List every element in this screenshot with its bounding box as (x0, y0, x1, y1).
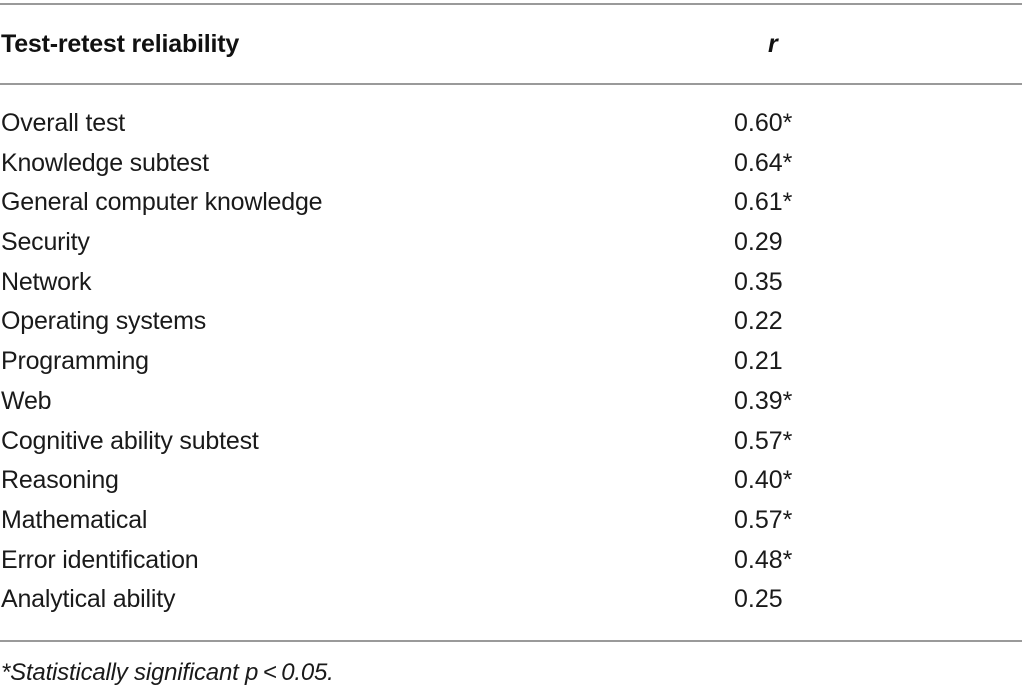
row-label: Security (1, 228, 90, 257)
row-value: 0.57* (734, 426, 793, 455)
table-row: Analytical ability 0.25 (0, 582, 1022, 622)
row-value: 0.39* (734, 386, 793, 415)
table-bottom-rule (0, 640, 1022, 642)
row-label: Operating systems (1, 307, 207, 336)
row-value: 0.35 (734, 267, 783, 296)
table-header-rule (0, 83, 1022, 85)
table-row: Overall test 0.60* (0, 106, 1022, 146)
row-label: General computer knowledge (1, 188, 323, 217)
table-row: Cognitive ability subtest 0.57* (0, 424, 1022, 464)
row-label: Programming (1, 347, 149, 376)
row-label: Error identification (1, 545, 199, 574)
row-value: 0.29 (734, 228, 783, 257)
table-body: Overall test 0.60* Knowledge subtest 0.6… (0, 106, 1022, 622)
row-value: 0.57* (734, 505, 793, 534)
table-row: Operating systems 0.22 (0, 304, 1022, 344)
table-row: Error identification 0.48* (0, 543, 1022, 583)
row-value: 0.25 (734, 585, 783, 614)
table-row: Reasoning 0.40* (0, 463, 1022, 503)
row-label: Overall test (1, 109, 126, 137)
row-value: 0.60* (734, 109, 793, 137)
table-footnote: *Statistically significant p < 0.05. (1, 659, 334, 686)
table-row: Programming 0.21 (0, 344, 1022, 384)
table-row: General computer knowledge 0.61* (0, 185, 1022, 225)
table-row: Mathematical 0.57* (0, 503, 1022, 543)
row-label: Cognitive ability subtest (1, 426, 259, 455)
row-label: Reasoning (1, 466, 119, 495)
row-label: Mathematical (1, 505, 148, 534)
table-header: Test-retest reliability r (0, 24, 1022, 66)
header-r: r (768, 30, 778, 58)
table-top-rule (0, 3, 1022, 5)
row-label: Knowledge subtest (1, 148, 209, 177)
row-value: 0.40* (734, 466, 793, 495)
table-row: Network 0.35 (0, 265, 1022, 305)
row-value: 0.22 (734, 307, 783, 336)
row-label: Network (1, 267, 92, 296)
row-label: Web (1, 386, 52, 415)
row-value: 0.48* (734, 545, 793, 574)
header-test-retest-reliability: Test-retest reliability (1, 30, 240, 58)
row-value: 0.64* (734, 148, 793, 177)
row-label: Analytical ability (1, 585, 176, 614)
table-row: Knowledge subtest 0.64* (0, 146, 1022, 186)
table-row: Web 0.39* (0, 384, 1022, 424)
row-value: 0.61* (734, 188, 793, 217)
row-value: 0.21 (734, 347, 783, 376)
table-row: Security 0.29 (0, 225, 1022, 265)
